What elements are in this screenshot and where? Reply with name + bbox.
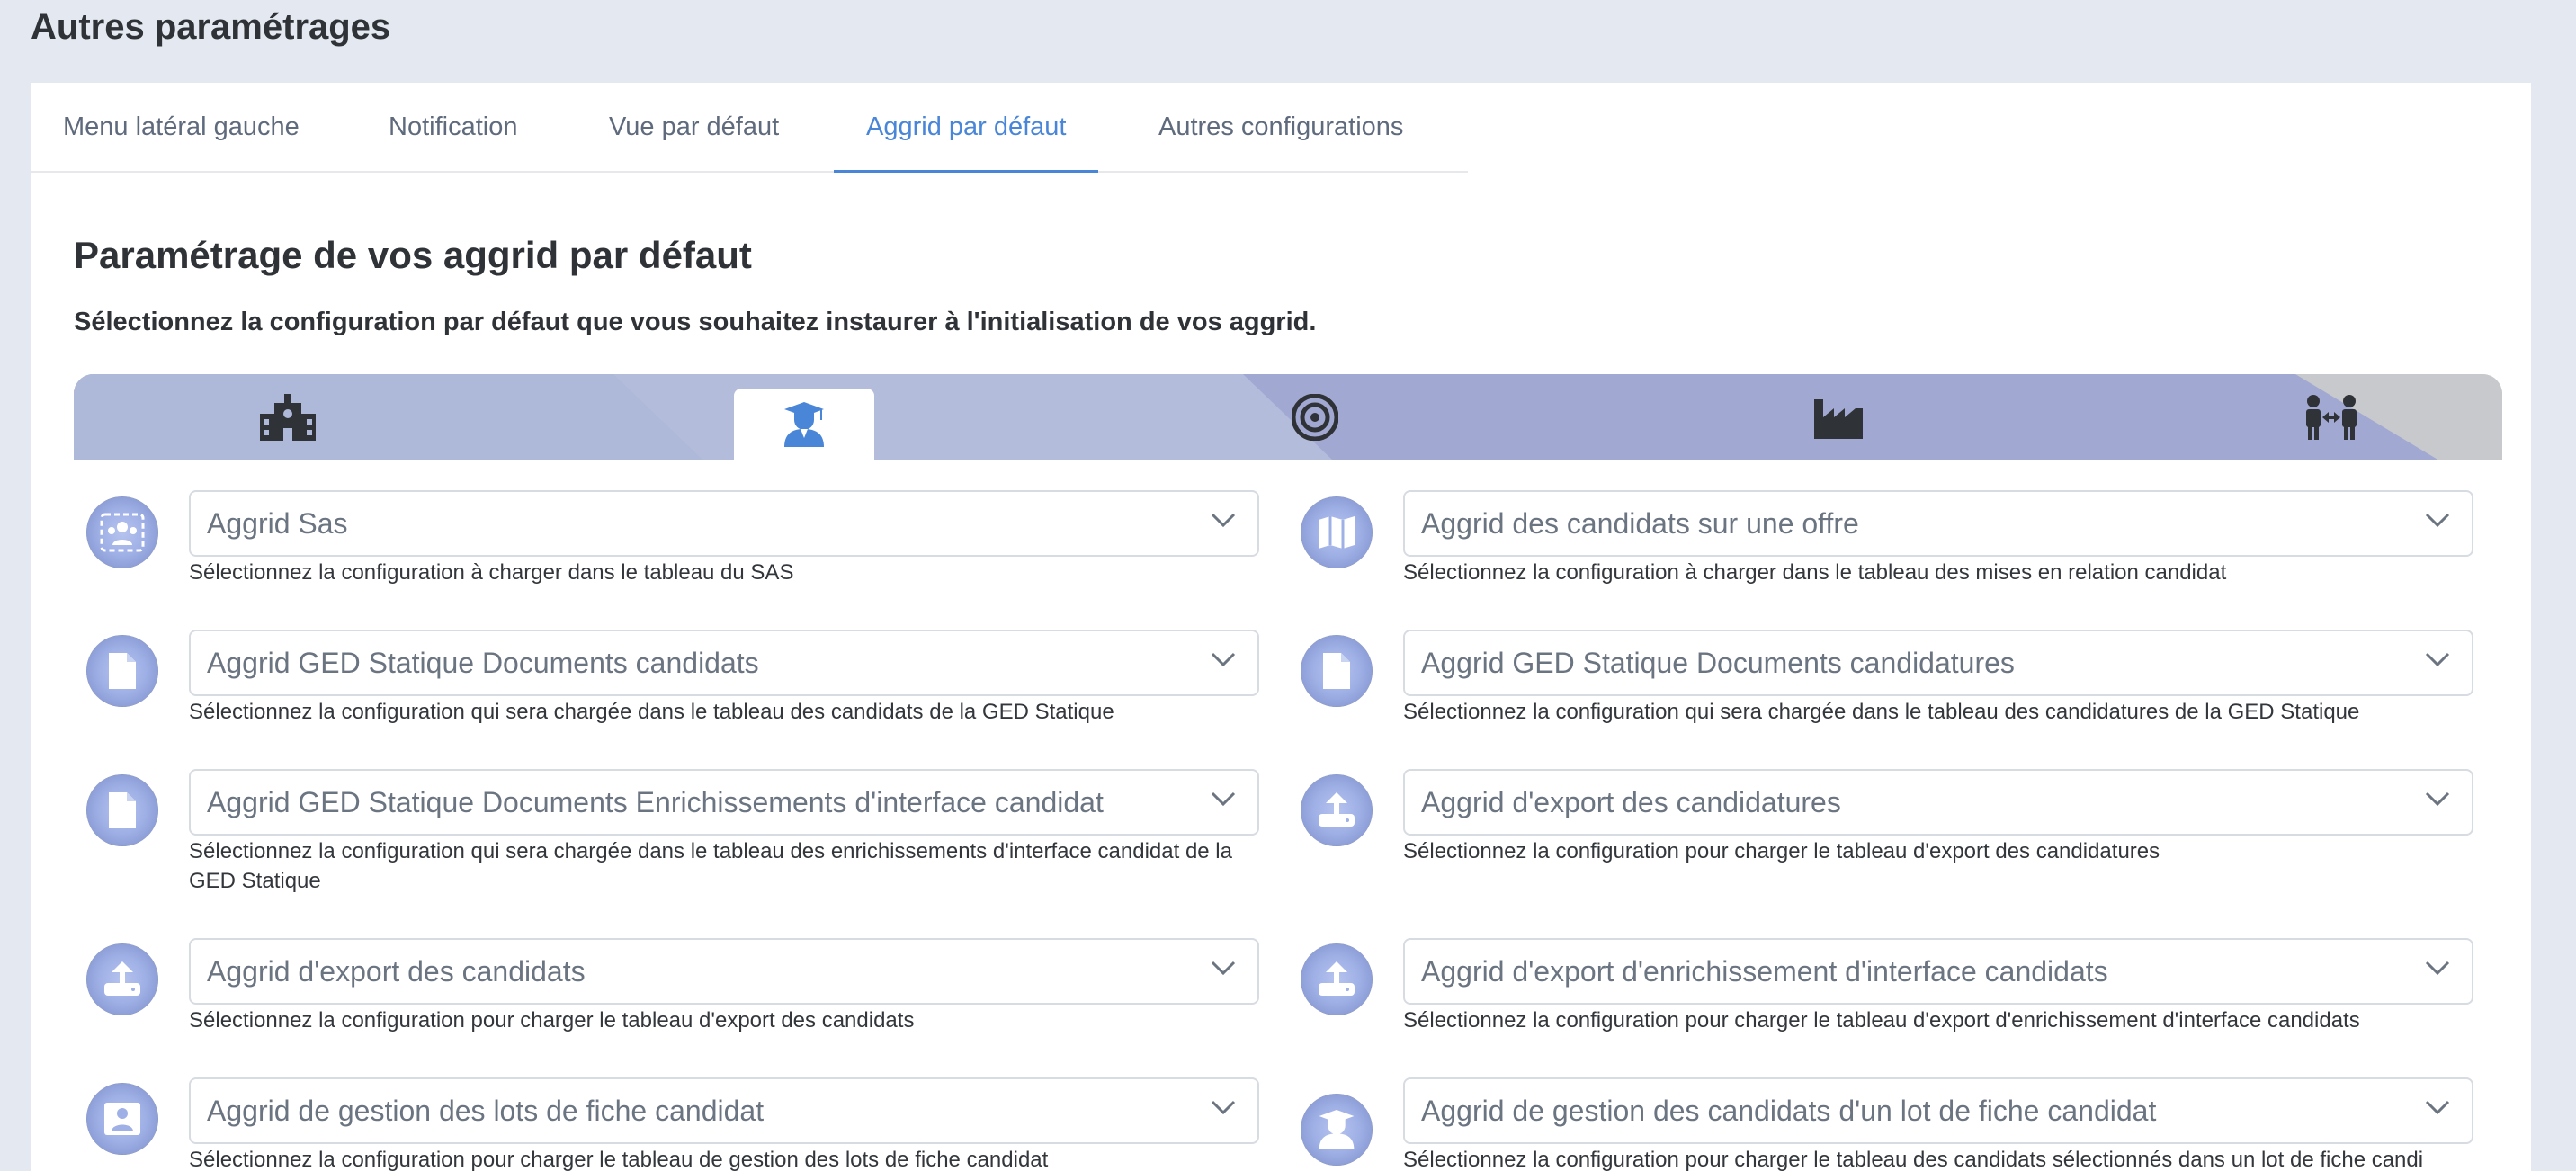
aggrid-ged-enrichissements-select[interactable]: Aggrid GED Statique Documents Enrichisse… xyxy=(189,769,1259,836)
aggrid-gestion-candidats-lot-help: Sélectionnez la configuration pour charg… xyxy=(1403,1148,2424,1171)
chevron-down-icon xyxy=(2425,961,2450,976)
map-icon xyxy=(1301,496,1373,568)
aggrid-sas-select-value: Aggrid Sas xyxy=(207,507,348,540)
aggrid-gestion-lots-select[interactable]: Aggrid de gestion des lots de fiche cand… xyxy=(189,1077,1259,1144)
graduate-student-icon xyxy=(784,402,824,447)
category-tab-school[interactable] xyxy=(218,374,358,460)
aggrid-export-enrichissement-select[interactable]: Aggrid d'export d'enrichissement d'inter… xyxy=(1403,938,2473,1005)
aggrid-export-candidats-select-value: Aggrid d'export des candidats xyxy=(207,955,586,988)
chevron-down-icon xyxy=(1211,791,1236,807)
chevron-down-icon xyxy=(2425,1100,2450,1115)
aggrid-export-enrichissement-help: Sélectionnez la configuration pour charg… xyxy=(1403,1008,2360,1032)
aggrid-sas-help: Sélectionnez la configuration à charger … xyxy=(189,560,794,585)
aggrid-ged-candidats-help: Sélectionnez la configuration qui sera c… xyxy=(189,700,1114,724)
people-exchange-icon xyxy=(2306,395,2357,440)
target-icon xyxy=(1292,394,1338,441)
aggrid-candidats-offre-select[interactable]: Aggrid des candidats sur une offre xyxy=(1403,490,2473,557)
settings-card: Menu latéral gauche Notification Vue par… xyxy=(31,83,2531,1171)
document-icon xyxy=(86,635,158,707)
group-icon xyxy=(86,496,158,568)
chevron-down-icon xyxy=(1211,1100,1236,1115)
aggrid-export-enrichissement-select-value: Aggrid d'export d'enrichissement d'inter… xyxy=(1421,955,2108,988)
aggrid-export-candidatures-select-value: Aggrid d'export des candidatures xyxy=(1421,786,1841,818)
tab-vue-par-defaut[interactable]: Vue par défaut xyxy=(609,83,779,173)
student-icon xyxy=(1301,1094,1373,1166)
upload-icon xyxy=(1301,943,1373,1015)
category-tab-company[interactable] xyxy=(1768,374,1909,460)
page-title: Autres paramétrages xyxy=(31,7,391,47)
chevron-down-icon xyxy=(1211,961,1236,976)
aggrid-ged-candidatures-select[interactable]: Aggrid GED Statique Documents candidatur… xyxy=(1403,630,2473,696)
aggrid-export-candidatures-help: Sélectionnez la configuration pour charg… xyxy=(1403,839,2160,863)
settings-tabs: Menu latéral gauche Notification Vue par… xyxy=(31,83,1468,173)
aggrid-ged-candidatures-select-value: Aggrid GED Statique Documents candidatur… xyxy=(1421,647,2015,679)
aggrid-ged-candidatures-help: Sélectionnez la configuration qui sera c… xyxy=(1403,700,2360,724)
tab-menu-lateral-gauche[interactable]: Menu latéral gauche xyxy=(63,83,300,173)
aggrid-gestion-lots-help: Sélectionnez la configuration pour charg… xyxy=(189,1148,1049,1171)
chevron-down-icon xyxy=(2425,652,2450,667)
chevron-down-icon xyxy=(2425,791,2450,807)
section-description: Sélectionnez la configuration par défaut… xyxy=(74,308,1317,336)
chevron-down-icon xyxy=(1211,513,1236,528)
upload-icon xyxy=(1301,774,1373,846)
chevron-down-icon xyxy=(1211,652,1236,667)
chevron-down-icon xyxy=(2425,513,2450,528)
aggrid-ged-enrichissements-help: Sélectionnez la configuration qui sera c… xyxy=(189,839,1232,893)
category-tab-relations[interactable] xyxy=(2261,374,2402,460)
tab-notification[interactable]: Notification xyxy=(389,83,517,173)
aggrid-ged-candidats-select[interactable]: Aggrid GED Statique Documents candidats xyxy=(189,630,1259,696)
document-icon xyxy=(1301,635,1373,707)
aggrid-sas-select[interactable]: Aggrid Sas xyxy=(189,490,1259,557)
aggrid-candidats-offre-help: Sélectionnez la configuration à charger … xyxy=(1403,560,2227,585)
aggrid-ged-candidats-select-value: Aggrid GED Statique Documents candidats xyxy=(207,647,759,679)
category-tab-student[interactable] xyxy=(734,389,874,460)
section-title: Paramétrage de vos aggrid par défaut xyxy=(74,234,752,276)
factory-icon xyxy=(1814,399,1863,439)
aggrid-ged-enrichissements-select-value: Aggrid GED Statique Documents Enrichisse… xyxy=(207,786,1104,818)
category-tab-bar xyxy=(74,374,2502,460)
tab-autres-configurations[interactable]: Autres configurations xyxy=(1158,83,1403,173)
aggrid-candidats-offre-select-value: Aggrid des candidats sur une offre xyxy=(1421,507,1859,540)
aggrid-export-candidats-help: Sélectionnez la configuration pour charg… xyxy=(189,1008,915,1032)
document-icon xyxy=(86,774,158,846)
tab-aggrid-par-defaut[interactable]: Aggrid par défaut xyxy=(834,83,1099,173)
user-card-icon xyxy=(86,1083,158,1155)
aggrid-gestion-candidats-lot-select-value: Aggrid de gestion des candidats d'un lot… xyxy=(1421,1095,2157,1127)
aggrid-gestion-lots-select-value: Aggrid de gestion des lots de fiche cand… xyxy=(207,1095,765,1127)
aggrid-export-candidats-select[interactable]: Aggrid d'export des candidats xyxy=(189,938,1259,1005)
category-tab-target[interactable] xyxy=(1245,374,1385,460)
aggrid-gestion-candidats-lot-select[interactable]: Aggrid de gestion des candidats d'un lot… xyxy=(1403,1077,2473,1144)
upload-icon xyxy=(86,943,158,1015)
school-building-icon xyxy=(260,394,316,441)
aggrid-export-candidatures-select[interactable]: Aggrid d'export des candidatures xyxy=(1403,769,2473,836)
